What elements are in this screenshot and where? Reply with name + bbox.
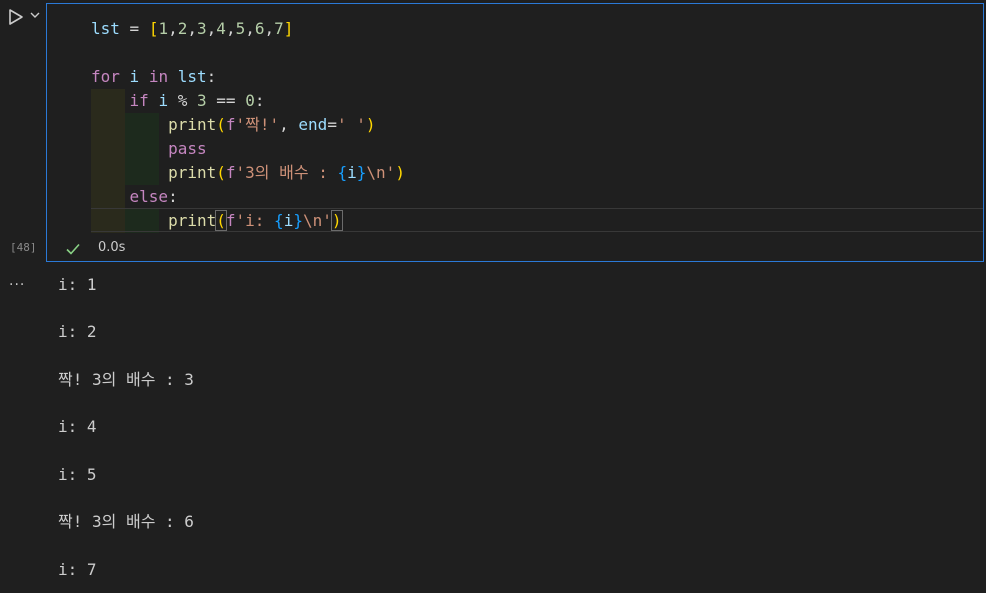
play-icon[interactable] (8, 8, 24, 26)
code-line: pass (168, 139, 207, 158)
code-line: else: (129, 187, 178, 206)
code-line: print(f'짝!', end=' ') (168, 115, 376, 134)
chevron-down-icon[interactable] (30, 10, 40, 20)
output-line: i: 5 (58, 465, 97, 484)
output-line: i: 1 (58, 275, 97, 294)
code-line: lst = [1,2,3,4,5,6,7] (91, 19, 294, 38)
execution-time: 0.0s (98, 240, 126, 255)
code-line: print(f'3의 배수 : {i}\n') (168, 163, 405, 182)
code-line: if i % 3 == 0: (129, 91, 265, 110)
code-line: print(f'i: {i}\n') (168, 210, 343, 231)
code-editor[interactable]: lst = [1,2,3,4,5,6,7] for i in lst: if i… (47, 4, 983, 234)
execution-count: [48] (10, 241, 37, 254)
output-line: i: 2 (58, 322, 97, 341)
output-line: 짝! 3의 배수 : 6 (58, 512, 194, 531)
output-more-actions[interactable]: ··· (9, 277, 25, 293)
cell-gutter: [48] ··· (0, 0, 46, 593)
code-line: for i in lst: (91, 67, 217, 86)
notebook-page: [48] ··· lst = [1,2,3,4,5,6,7] for i in … (0, 0, 986, 593)
cell-status-bar: 0.0s (47, 236, 983, 262)
code-cell[interactable]: lst = [1,2,3,4,5,6,7] for i in lst: if i… (46, 3, 984, 262)
output-line: 짝! 3의 배수 : 3 (58, 370, 194, 389)
check-icon (66, 243, 80, 255)
output-line: i: 4 (58, 417, 97, 436)
output-line: i: 7 (58, 560, 97, 579)
